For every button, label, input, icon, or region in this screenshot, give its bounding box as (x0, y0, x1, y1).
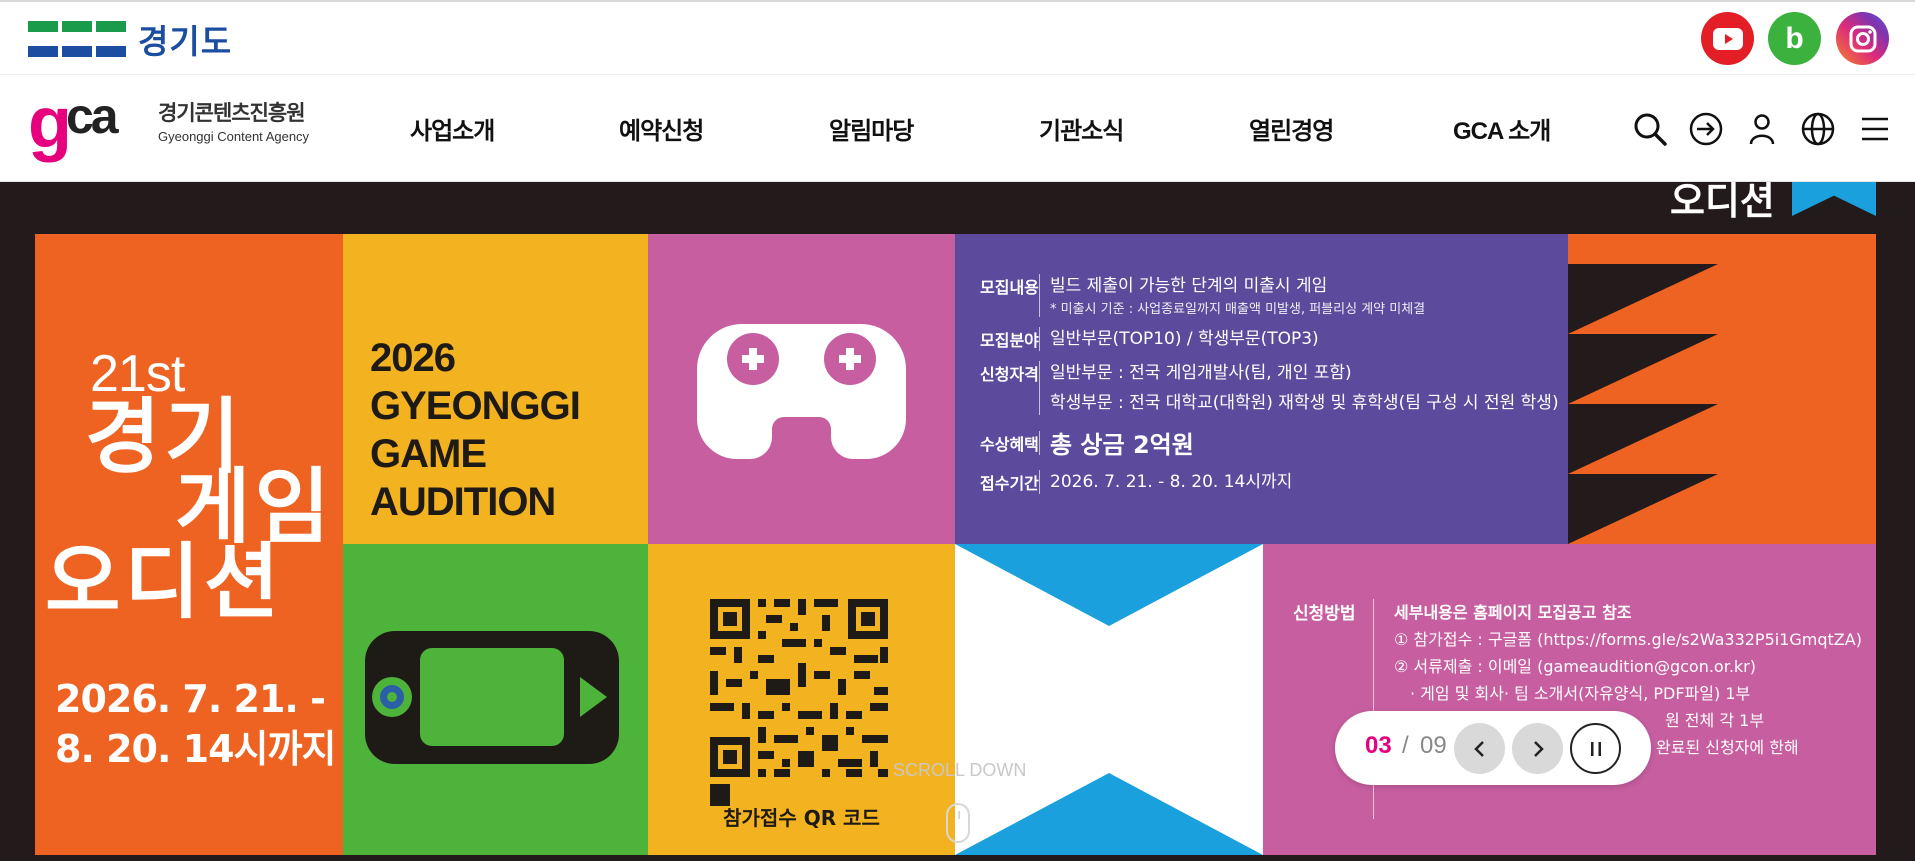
language-button[interactable] (1800, 111, 1836, 147)
prize-label: 수상혜택 (980, 430, 1040, 455)
qualification-student: 학생부문 : 전국 대학교(대학원) 재학생 및 휴학생(팀 구성 시 전원 학… (1050, 393, 1559, 413)
en-title-year: 2026 (370, 336, 456, 380)
youtube-icon (1712, 27, 1743, 50)
qr-caption: 참가접수 QR 코드 (723, 806, 880, 830)
gamepad-icon (697, 323, 906, 459)
banner-partial-title: 오디션 (1670, 182, 1775, 223)
handheld-console-icon (365, 631, 619, 764)
triangle-decoration (955, 544, 1263, 855)
youtube-link[interactable] (1701, 12, 1754, 65)
nav-reservation[interactable]: 예약신청 (619, 111, 704, 146)
mouse-scroll-icon[interactable] (946, 803, 970, 843)
qr-tile[interactable]: 참가접수 QR 코드 (648, 544, 955, 855)
apply-line-4: · 게임 및 회사· 팀 소개서(자유양식, PDF파일) 1부 (1410, 684, 1751, 703)
qualification-label: 신청자격 (980, 361, 1040, 415)
globe-icon (1801, 112, 1835, 146)
gyeonggi-logo[interactable]: 경기도 (28, 19, 232, 61)
gamepad-tile (648, 234, 955, 544)
nav-gca-intro[interactable]: GCA 소개 (1453, 111, 1551, 146)
nav-agency-news[interactable]: 기관소식 (1039, 111, 1124, 146)
period-value: 2026. 7. 21. - 8. 20. 14시까지 (1050, 472, 1293, 492)
apply-method-label: 신청방법 (1293, 604, 1356, 624)
scroll-down-label[interactable]: SCROLL DOWN (893, 760, 1026, 781)
menu-button[interactable] (1856, 111, 1892, 147)
hamburger-menu-icon (1862, 117, 1888, 141)
login-icon (1689, 112, 1723, 146)
english-title-tile: 2026 GYEONGGI GAME AUDITION (343, 234, 648, 544)
gca-logo-ca: ca (66, 88, 119, 144)
nav-notice[interactable]: 알림마당 (829, 111, 914, 146)
gca-logo-korean: 경기콘텐츠진흥원 (158, 101, 306, 125)
instagram-link[interactable] (1836, 12, 1889, 65)
user-icon (1749, 114, 1775, 145)
apply-line-1: 세부내용은 홈페이지 모집공고 참조 (1394, 603, 1632, 622)
search-button[interactable] (1632, 111, 1668, 147)
gca-logo[interactable]: g ca 경기콘텐츠진흥원 Gyeonggi Content Agency (28, 87, 309, 167)
gyeonggi-logo-text: 경기도 (138, 22, 233, 61)
recruit-label: 모집내용 (980, 274, 1040, 317)
login-button[interactable] (1688, 111, 1724, 147)
chevron-left-icon (1473, 740, 1484, 757)
blog-icon: b (1785, 21, 1804, 55)
main-banner[interactable]: 오디션 21st 경기 게임 오디션 2026. 7. 21. - 8. 20.… (0, 182, 1915, 861)
field-value: 일반부문(TOP10) / 학생부문(TOP3) (1050, 329, 1319, 349)
banner-date-start: 2026. 7. 21. - (55, 677, 326, 721)
en-title-audition: AUDITION (370, 480, 556, 524)
en-title-game: GAME (370, 432, 487, 476)
blue-flag-shape (1792, 182, 1876, 216)
apply-line-2: ① 참가접수 : 구글폼 (https://forms.gle/s2Wa332P… (1394, 630, 1862, 649)
pause-icon (1590, 741, 1601, 756)
slide-current: 03 (1365, 732, 1392, 759)
slide-prev-button[interactable] (1454, 723, 1505, 774)
instagram-icon (1849, 25, 1876, 52)
chevron-right-icon (1533, 740, 1544, 757)
recruit-info-tile: 모집내용 빌드 제출이 가능한 단계의 미출시 게임 * 미출시 기준 : 사업… (955, 234, 1568, 544)
slide-pause-button[interactable] (1570, 723, 1621, 774)
slider-control: 03 / 09 (1335, 711, 1651, 785)
banner-title-tile: 21st 경기 게임 오디션 2026. 7. 21. - 8. 20. 14시… (35, 234, 343, 855)
search-icon (1634, 113, 1667, 146)
apply-line-3: ② 서류제출 : 이메일 (gameaudition@gcon.or.kr) (1394, 657, 1756, 676)
slide-next-button[interactable] (1512, 723, 1563, 774)
en-title-gyeonggi: GYEONGGI (370, 384, 581, 428)
top-bar: 경기도 b (0, 0, 1915, 75)
banner-date-end: 8. 20. 14시까지 (55, 727, 336, 771)
qualification-general: 일반부문 : 전국 게임개발사(팀, 개인 포함) (1050, 363, 1352, 383)
mypage-button[interactable] (1744, 111, 1780, 147)
nav-business-intro[interactable]: 사업소개 (410, 111, 495, 146)
slide-separator: / (1402, 732, 1409, 759)
field-label: 모집분야 (980, 327, 1040, 351)
period-label: 접수기간 (980, 470, 1040, 494)
gyeonggi-mark-icon (28, 21, 126, 57)
main-header: g ca 경기콘텐츠진흥원 Gyeonggi Content Agency 사업… (0, 75, 1915, 182)
prize-value: 총 상금 2억원 (1050, 431, 1194, 459)
blog-link[interactable]: b (1768, 12, 1821, 65)
nav-open-management[interactable]: 열린경영 (1249, 111, 1334, 146)
device-tile (343, 544, 648, 855)
recruit-note: * 미출시 기준 : 사업종료일까지 매출액 미발생, 퍼블리싱 계약 미체결 (1050, 302, 1426, 317)
gca-logo-english: Gyeonggi Content Agency (158, 129, 310, 144)
slide-total: 09 (1420, 732, 1447, 759)
recruit-value: 빌드 제출이 가능한 단계의 미출시 게임 (1050, 276, 1328, 296)
gca-logo-mark: g ca (28, 87, 158, 167)
zigzag-decoration (1568, 234, 1876, 544)
apply-info-tile: 신청방법 세부내용은 홈페이지 모집공고 참조 ① 참가접수 : 구글폼 (ht… (1263, 544, 1876, 855)
banner-title-line3: 오디션 (45, 535, 284, 630)
